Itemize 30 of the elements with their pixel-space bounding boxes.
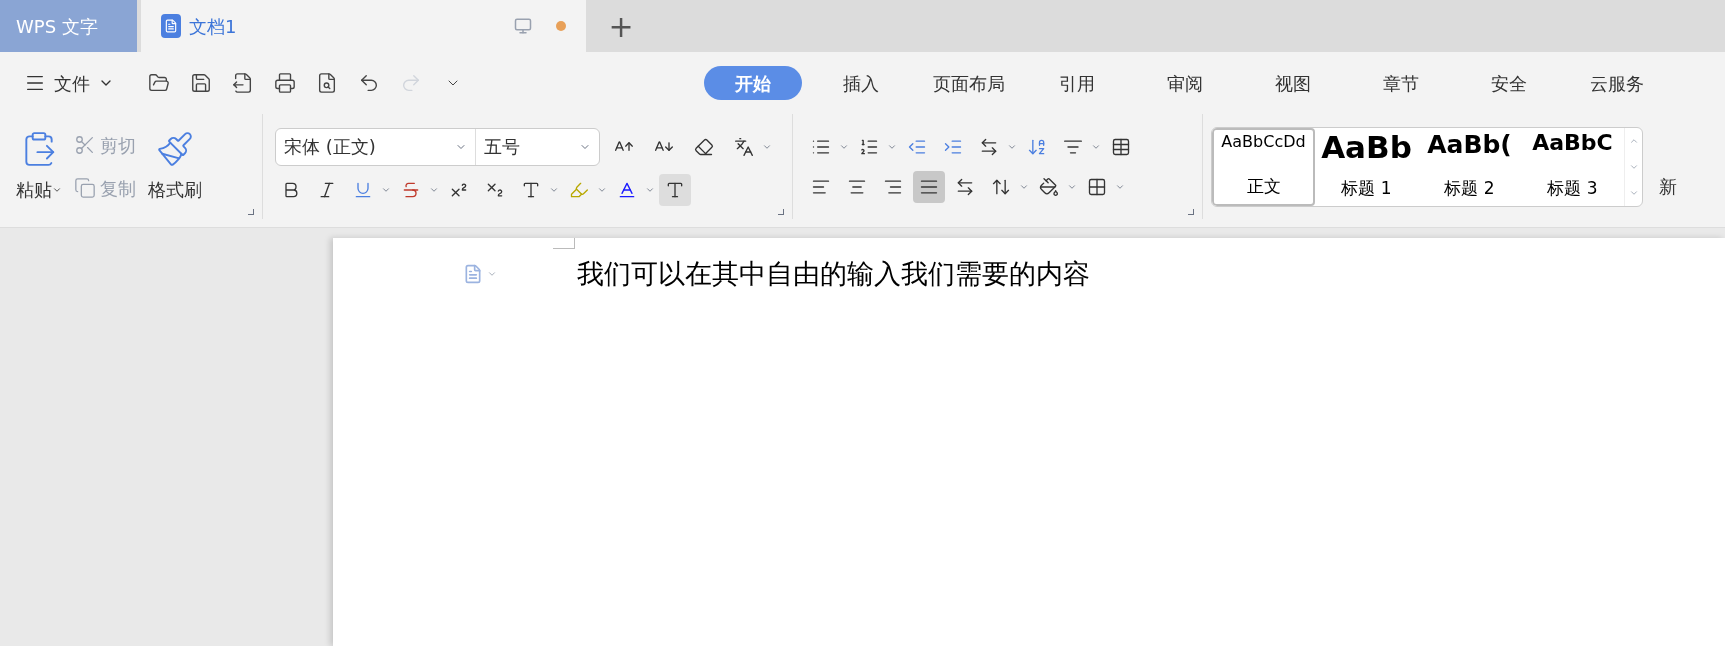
new-tab-button[interactable]: + [586, 0, 656, 52]
style-item[interactable]: AaBbC 标题 3 [1521, 127, 1624, 206]
style-item[interactable]: AaBb( 标题 2 [1418, 127, 1521, 206]
ribbon-tab[interactable]: 审阅 [1136, 66, 1234, 100]
ribbon-tab[interactable]: 章节 [1352, 66, 1450, 100]
document-tab[interactable]: 文档1 [141, 0, 586, 52]
ribbon-tab[interactable]: 视图 [1244, 66, 1342, 100]
ribbon-tab[interactable]: 云服务 [1568, 66, 1666, 100]
dialog-launcher-icon[interactable] [248, 209, 254, 215]
document-title: 文档1 [189, 14, 237, 39]
ribbon-tab[interactable]: 安全 [1460, 66, 1558, 100]
dialog-launcher-icon[interactable] [778, 209, 784, 215]
margin-corner-mark [553, 238, 575, 249]
document-icon [161, 14, 181, 38]
file-menu[interactable]: 文件 [24, 69, 114, 97]
paste-button[interactable]: 粘贴 [16, 130, 62, 203]
scissors-icon [74, 134, 96, 156]
copy-icon [74, 177, 96, 199]
justify-icon[interactable] [913, 170, 945, 203]
style-item[interactable]: AaBbCcDd 正文 [1212, 127, 1315, 206]
paintbrush-icon [156, 130, 194, 168]
document-text: 我们可以在其中自由的输入我们需要的内容 [577, 257, 1090, 291]
dialog-launcher-icon[interactable] [1188, 209, 1194, 215]
character-shading-icon[interactable] [659, 173, 691, 206]
new-style-button[interactable]: 新 [1659, 173, 1677, 200]
ribbon-tab[interactable]: 引用 [1028, 66, 1126, 100]
format-painter-button[interactable]: 格式刷 [148, 130, 202, 203]
style-item[interactable]: AaBb 标题 1 [1315, 127, 1418, 206]
ribbon-tab[interactable]: 插入 [812, 66, 910, 100]
ribbon-tab[interactable]: 页面布局 [920, 66, 1018, 100]
